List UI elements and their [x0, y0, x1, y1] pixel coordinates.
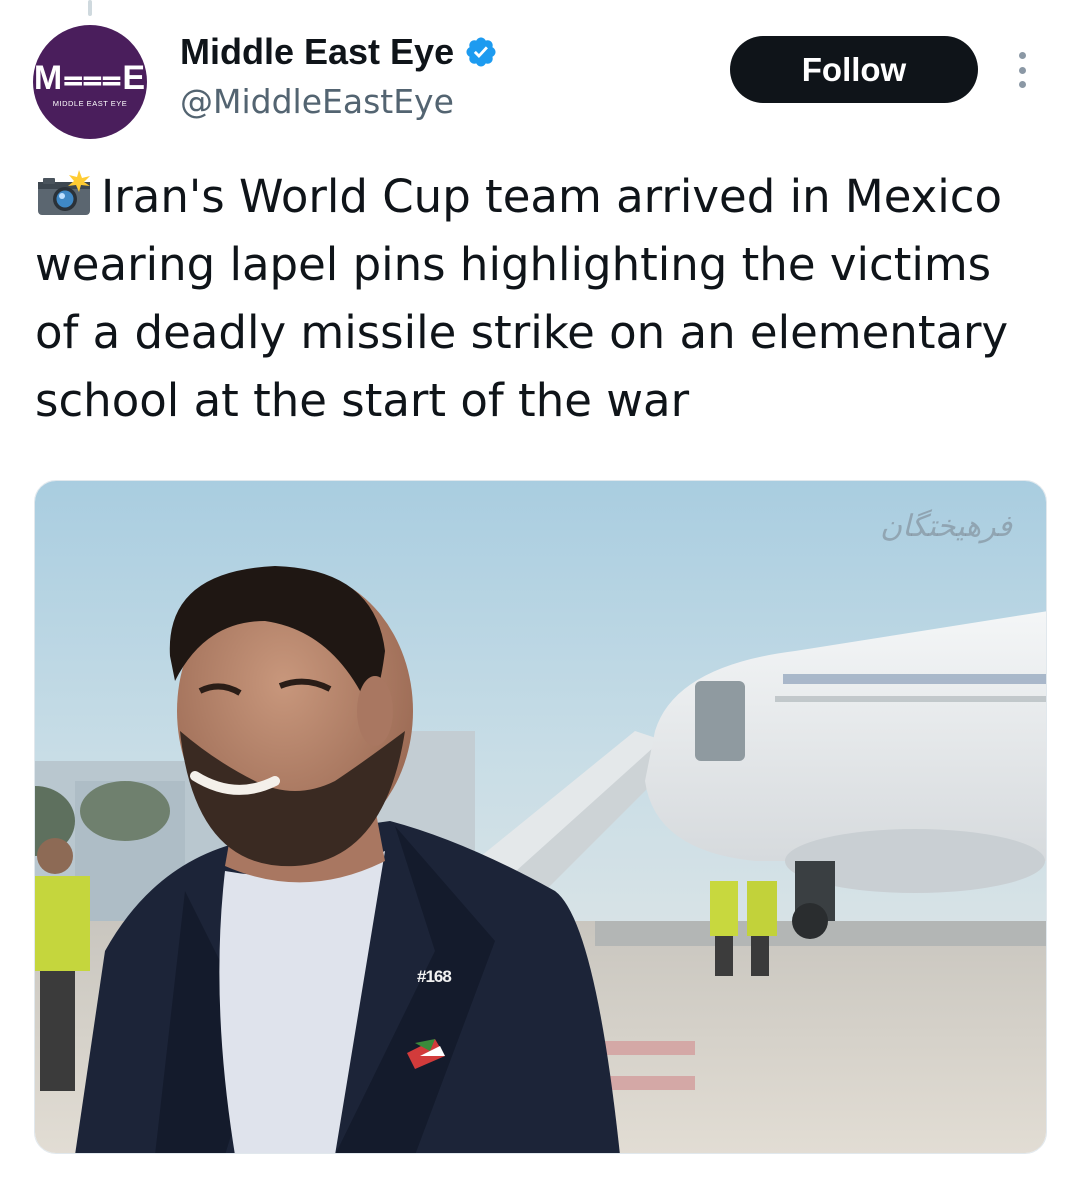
- lapel-pin-text: #168: [417, 967, 452, 986]
- more-dot: [1018, 66, 1026, 74]
- verified-badge-icon: [466, 37, 496, 67]
- photo-watermark: فرهیختگان: [880, 509, 1012, 544]
- more-dot: [1018, 52, 1026, 59]
- photo-illustration: [35, 481, 1046, 1153]
- tweet-text: Iran's World Cup team arrived in Mexico …: [35, 170, 1009, 427]
- author-name-row[interactable]: Middle East Eye: [180, 30, 498, 74]
- thread-connector: [88, 0, 92, 16]
- more-options-icon[interactable]: [1010, 48, 1034, 92]
- tweet-card: M⩶E MIDDLE EAST EYE Middle East Eye @Mid…: [0, 0, 1080, 1196]
- more-dot: [1018, 81, 1026, 88]
- avatar-logo-mark: M⩶E: [33, 58, 147, 97]
- author-handle[interactable]: @MiddleEastEye: [180, 82, 454, 121]
- tweet-body: Iran's World Cup team arrived in Mexico …: [35, 163, 1045, 435]
- avatar-logo-subtitle: MIDDLE EAST EYE: [52, 98, 128, 108]
- author-display-name[interactable]: Middle East Eye: [180, 31, 454, 73]
- camera-flash-icon: [38, 170, 90, 215]
- avatar[interactable]: M⩶E MIDDLE EAST EYE: [33, 25, 147, 139]
- tweet-photo[interactable]: فرهیختگان #168: [34, 480, 1047, 1154]
- follow-button[interactable]: Follow: [730, 36, 978, 103]
